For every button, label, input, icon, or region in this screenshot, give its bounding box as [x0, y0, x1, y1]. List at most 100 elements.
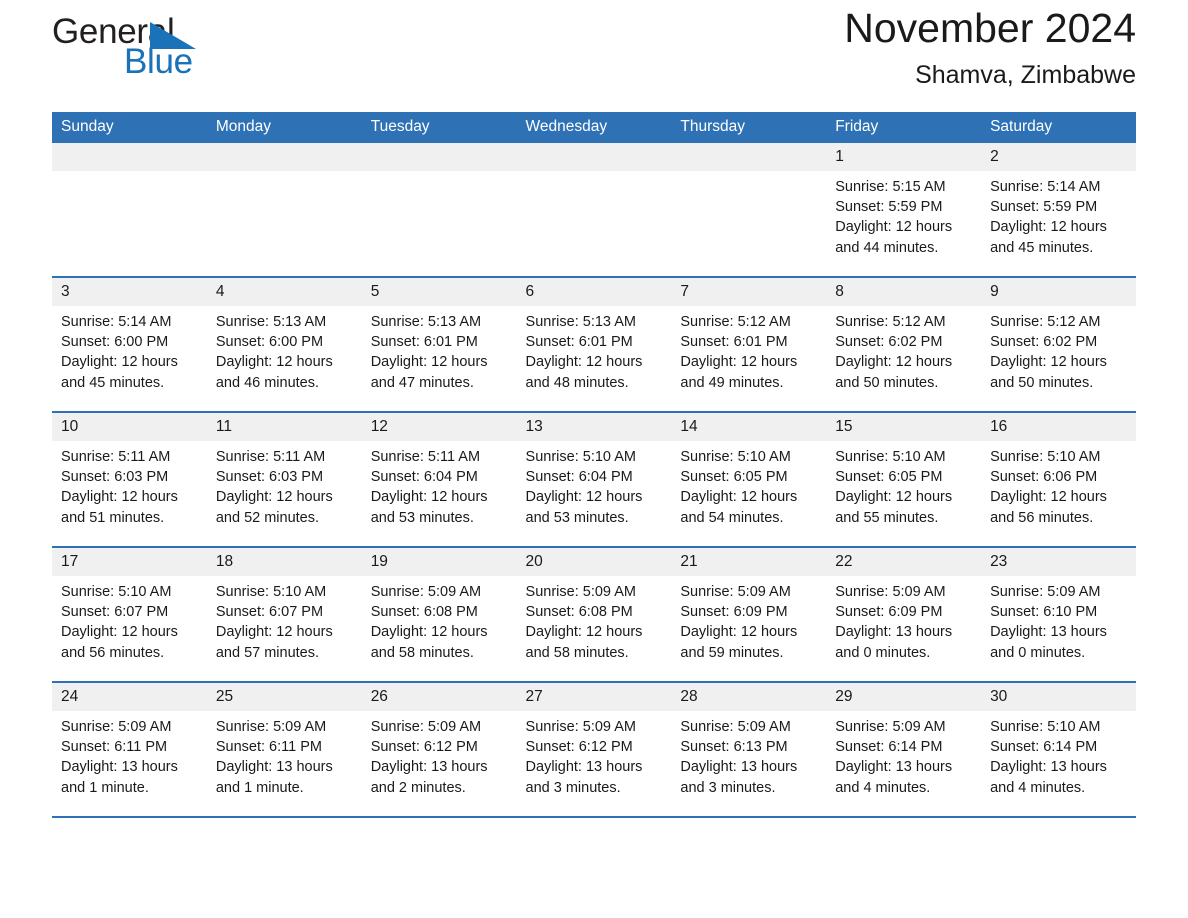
- daylight-text: Daylight: 12 hours and 45 minutes.: [990, 219, 1107, 256]
- daylight-text: Daylight: 12 hours and 50 minutes.: [835, 354, 953, 391]
- calendar-day-cell[interactable]: 18 Sunrise: 5:10 AM Sunset: 6:07 PM Dayligh…: [206, 546, 362, 682]
- calendar-day-cell[interactable]: 25 Sunrise: 5:09 AM Sunset: 6:11 PM Dayligh…: [206, 681, 362, 816]
- day-number: [671, 143, 827, 171]
- calendar-day-cell[interactable]: 17 Sunrise: 5:10 AM Sunset: 6:07 PM Dayligh…: [52, 546, 207, 682]
- calendar-week-row: 24 Sunrise: 5:09 AM Sunset: 6:11 PM Dayligh…: [52, 681, 1136, 816]
- sunset-text: Sunset: 6:02 PM: [990, 334, 1098, 351]
- calendar-day-cell[interactable]: 28 Sunrise: 5:09 AM Sunset: 6:13 PM Dayligh…: [671, 681, 827, 816]
- calendar-day-cell[interactable]: 7 Sunrise: 5:12 AM Sunset: 6:01 PM Daylight…: [671, 276, 827, 412]
- calendar-day-cell[interactable]: 4 Sunrise: 5:13 AM Sunset: 6:00 PM Daylight…: [206, 276, 362, 412]
- sunset-text: Sunset: 6:00 PM: [215, 334, 324, 351]
- calendar-day-cell[interactable]: 13 Sunrise: 5:10 AM Sunset: 6:04 PM Dayligh…: [516, 411, 672, 547]
- day-number: 13: [516, 413, 672, 441]
- calendar-day-cell[interactable]: 1 Sunrise: 5:15 AM Sunset: 5:59 PM Daylight…: [826, 143, 982, 277]
- day-details: Sunrise: 5:09 AM Sunset: 6:11 PM Daylight:…: [207, 711, 362, 798]
- title-block: November 2024 Shamva, Zimbabwe: [844, 5, 1136, 90]
- calendar-day-cell[interactable]: 30 Sunrise: 5:10 AM Sunset: 6:14 PM Dayligh…: [981, 681, 1136, 816]
- sunset-text: Sunset: 6:11 PM: [215, 739, 322, 756]
- sunrise-text: Sunrise: 5:11 AM: [61, 449, 171, 465]
- calendar-day-cell[interactable]: 23 Sunrise: 5:09 AM Sunset: 6:10 PM Dayligh…: [981, 546, 1136, 682]
- calendar-day-cell[interactable]: 20 Sunrise: 5:09 AM Sunset: 6:08 PM Dayligh…: [516, 546, 672, 682]
- day-details: Sunrise: 5:11 AM Sunset: 6:04 PM Daylight:…: [362, 441, 517, 528]
- sunrise-text: Sunrise: 5:11 AM: [370, 449, 481, 465]
- day-number: 9: [981, 278, 1136, 306]
- day-number: 21: [671, 548, 827, 576]
- daylight-text: Daylight: 12 hours and 47 minutes.: [370, 354, 488, 391]
- sunset-text: Sunset: 6:01 PM: [680, 334, 788, 351]
- sunset-text: Sunset: 6:00 PM: [61, 334, 169, 351]
- sunset-text: Sunset: 6:14 PM: [990, 739, 1098, 756]
- day-details: Sunrise: 5:11 AM Sunset: 6:03 PM Daylight:…: [52, 441, 207, 528]
- daylight-text: Daylight: 12 hours and 56 minutes.: [61, 624, 178, 661]
- sunset-text: Sunset: 6:09 PM: [835, 604, 943, 621]
- calendar-day-cell[interactable]: 10 Sunrise: 5:11 AM Sunset: 6:03 PM Dayligh…: [52, 411, 207, 547]
- calendar-day-cell[interactable]: 12 Sunrise: 5:11 AM Sunset: 6:04 PM Dayligh…: [361, 411, 517, 547]
- sunrise-text: Sunrise: 5:10 AM: [525, 449, 636, 465]
- calendar-day-cell[interactable]: 22 Sunrise: 5:09 AM Sunset: 6:09 PM Dayligh…: [826, 546, 982, 682]
- day-number: 22: [826, 548, 982, 576]
- daylight-text: Daylight: 12 hours and 57 minutes.: [215, 624, 333, 661]
- day-details: Sunrise: 5:10 AM Sunset: 6:04 PM Daylight:…: [517, 441, 672, 528]
- calendar-day-cell[interactable]: 21 Sunrise: 5:09 AM Sunset: 6:09 PM Dayligh…: [671, 546, 827, 682]
- daylight-text: Daylight: 12 hours and 58 minutes.: [525, 624, 643, 661]
- calendar-day-cell[interactable]: 29 Sunrise: 5:09 AM Sunset: 6:14 PM Dayligh…: [826, 681, 982, 816]
- calendar-day-cell[interactable]: 2 Sunrise: 5:14 AM Sunset: 5:59 PM Daylight…: [981, 143, 1136, 277]
- sunset-text: Sunset: 6:04 PM: [525, 469, 633, 486]
- day-details: Sunrise: 5:09 AM Sunset: 6:12 PM Daylight:…: [362, 711, 517, 798]
- day-number: 23: [981, 548, 1136, 576]
- daylight-text: Daylight: 13 hours and 3 minutes.: [680, 759, 798, 796]
- calendar-day-cell[interactable]: 19 Sunrise: 5:09 AM Sunset: 6:08 PM Dayligh…: [361, 546, 517, 682]
- daylight-text: Daylight: 13 hours and 2 minutes.: [370, 759, 488, 796]
- sunrise-text: Sunrise: 5:10 AM: [61, 584, 172, 600]
- sunrise-text: Sunrise: 5:09 AM: [370, 584, 482, 600]
- calendar-day-cell[interactable]: 14 Sunrise: 5:10 AM Sunset: 6:05 PM Dayligh…: [671, 411, 827, 547]
- sunset-text: Sunset: 6:05 PM: [680, 469, 788, 486]
- day-number: 12: [361, 413, 517, 441]
- day-details: Sunrise: 5:14 AM Sunset: 5:59 PM Daylight:…: [981, 171, 1136, 258]
- daylight-text: Daylight: 12 hours and 59 minutes.: [680, 624, 798, 661]
- day-details: Sunrise: 5:09 AM Sunset: 6:11 PM Daylight:…: [52, 711, 207, 798]
- calendar-day-cell[interactable]: 5 Sunrise: 5:13 AM Sunset: 6:01 PM Daylight…: [361, 276, 517, 412]
- daylight-text: Daylight: 13 hours and 1 minute.: [61, 759, 178, 796]
- location-subtitle: Shamva, Zimbabwe: [915, 60, 1136, 89]
- calendar-day-cell[interactable]: 27 Sunrise: 5:09 AM Sunset: 6:12 PM Dayligh…: [516, 681, 672, 816]
- day-number: [361, 143, 517, 171]
- day-number: 27: [516, 683, 672, 711]
- calendar-week-row: 10 Sunrise: 5:11 AM Sunset: 6:03 PM Dayligh…: [52, 411, 1136, 547]
- weekday-header-row: Sunday Monday Tuesday Wednesday Thursday…: [52, 112, 1136, 143]
- weekday-header-wednesday: Wednesday: [516, 112, 672, 143]
- calendar-day-cell[interactable]: 6 Sunrise: 5:13 AM Sunset: 6:01 PM Daylight…: [516, 276, 672, 412]
- sunset-text: Sunset: 6:12 PM: [370, 739, 478, 756]
- sunrise-text: Sunrise: 5:10 AM: [835, 449, 946, 465]
- calendar-day-cell[interactable]: 15 Sunrise: 5:10 AM Sunset: 6:05 PM Dayligh…: [826, 411, 982, 547]
- sunrise-text: Sunrise: 5:09 AM: [215, 719, 327, 735]
- day-number: 30: [981, 683, 1136, 711]
- page-title: November 2024: [844, 5, 1136, 51]
- sunset-text: Sunset: 6:01 PM: [525, 334, 633, 351]
- day-number: [52, 143, 207, 171]
- day-number: 1: [826, 143, 982, 171]
- sunset-text: Sunset: 6:03 PM: [215, 469, 324, 486]
- day-number: [516, 143, 672, 171]
- calendar-day-cell[interactable]: 26 Sunrise: 5:09 AM Sunset: 6:12 PM Dayligh…: [361, 681, 517, 816]
- calendar-day-cell[interactable]: 24 Sunrise: 5:09 AM Sunset: 6:11 PM Dayligh…: [52, 681, 207, 816]
- day-number: 19: [361, 548, 517, 576]
- day-details: Sunrise: 5:15 AM Sunset: 5:59 PM Daylight:…: [826, 171, 981, 258]
- sunrise-text: Sunrise: 5:09 AM: [525, 719, 636, 735]
- calendar-day-cell[interactable]: 16 Sunrise: 5:10 AM Sunset: 6:06 PM Dayligh…: [981, 411, 1136, 547]
- day-number: 7: [671, 278, 827, 306]
- day-details: Sunrise: 5:10 AM Sunset: 6:05 PM Daylight:…: [671, 441, 826, 528]
- day-details: Sunrise: 5:09 AM Sunset: 6:08 PM Daylight:…: [517, 576, 672, 663]
- calendar-day-cell[interactable]: 3 Sunrise: 5:14 AM Sunset: 6:00 PM Daylight…: [52, 276, 207, 412]
- day-details: Sunrise: 5:10 AM Sunset: 6:07 PM Daylight:…: [207, 576, 362, 663]
- calendar-day-cell-empty: [671, 143, 827, 277]
- day-details: Sunrise: 5:11 AM Sunset: 6:03 PM Daylight:…: [207, 441, 362, 528]
- daylight-text: Daylight: 13 hours and 4 minutes.: [990, 759, 1107, 796]
- calendar-day-cell[interactable]: 11 Sunrise: 5:11 AM Sunset: 6:03 PM Dayligh…: [206, 411, 362, 547]
- sunset-text: Sunset: 6:11 PM: [61, 739, 168, 756]
- sunrise-text: Sunrise: 5:10 AM: [680, 449, 791, 465]
- sunrise-text: Sunrise: 5:10 AM: [990, 449, 1101, 465]
- calendar-day-cell[interactable]: 8 Sunrise: 5:12 AM Sunset: 6:02 PM Daylight…: [826, 276, 982, 412]
- calendar-page: General Blue November 2024 Shamva, Zimba…: [0, 0, 1188, 918]
- calendar-day-cell[interactable]: 9 Sunrise: 5:12 AM Sunset: 6:02 PM Daylight…: [981, 276, 1136, 412]
